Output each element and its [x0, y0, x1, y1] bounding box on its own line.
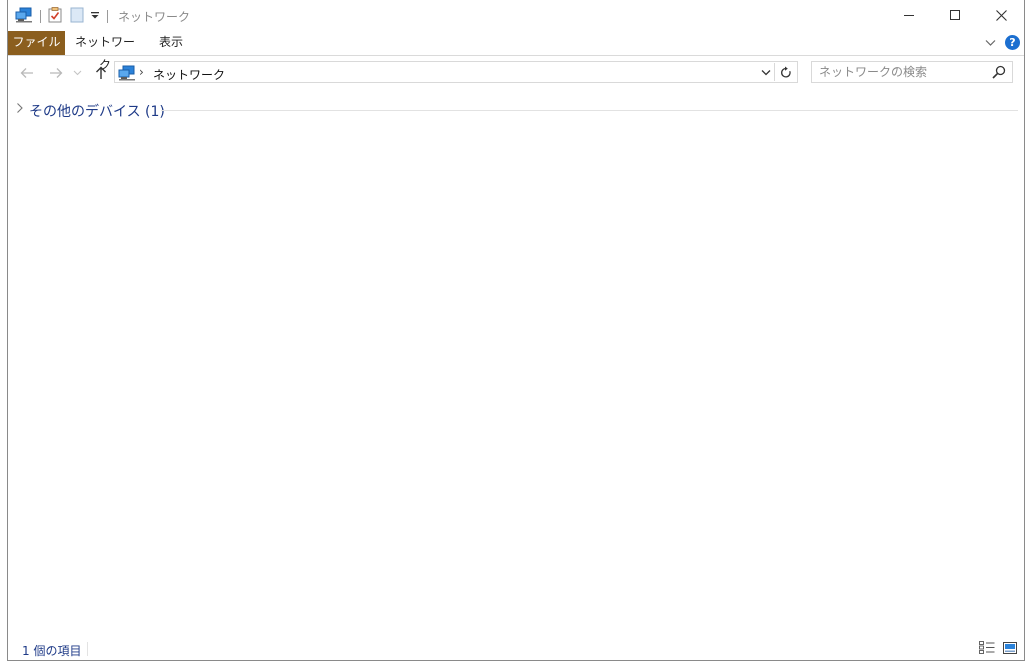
refresh-button[interactable] — [775, 62, 797, 82]
view-switcher — [979, 641, 1017, 657]
status-bar: 1 個の項目 — [8, 638, 1024, 660]
window-title: ネットワーク — [118, 10, 191, 24]
title-bar: ネットワーク — [8, 0, 1024, 30]
up-button[interactable] — [90, 62, 112, 84]
group-divider — [161, 110, 1018, 111]
back-arrow-icon — [20, 68, 33, 78]
expand-ribbon-icon[interactable] — [985, 36, 996, 50]
up-arrow-icon — [96, 66, 106, 79]
group-header-label[interactable]: その他のデバイス (1) — [29, 101, 165, 121]
properties-icon[interactable] — [48, 6, 62, 26]
status-divider — [87, 642, 88, 656]
forward-arrow-icon — [50, 68, 63, 78]
details-view-icon[interactable] — [979, 641, 995, 657]
item-count: 1 個の項目 — [22, 644, 82, 658]
back-button[interactable] — [16, 62, 38, 84]
minimize-button[interactable] — [886, 0, 932, 30]
large-icons-view-icon[interactable] — [1003, 641, 1017, 657]
forward-button[interactable] — [45, 62, 67, 84]
search-icon[interactable] — [992, 65, 1006, 82]
chevron-down-icon — [761, 69, 770, 75]
customize-dropdown-icon[interactable] — [90, 9, 100, 24]
tab-network[interactable]: ネットワーク — [70, 31, 140, 72]
qat-separator — [40, 9, 41, 23]
search-input[interactable] — [812, 62, 994, 82]
ribbon-tab-bar: ファイル ネットワーク 表示 — [8, 31, 1024, 72]
help-icon[interactable]: ? — [1005, 35, 1020, 50]
minimize-icon — [904, 15, 914, 16]
close-button[interactable] — [978, 0, 1024, 30]
ribbon-right-controls: ? — [985, 35, 1020, 50]
network-icon[interactable] — [15, 7, 33, 26]
new-folder-icon[interactable] — [70, 7, 84, 26]
address-history-dropdown[interactable] — [757, 63, 775, 81]
maximize-icon — [950, 10, 960, 20]
recent-locations-button[interactable] — [70, 62, 84, 84]
breadcrumb-network[interactable]: ネットワーク — [153, 66, 225, 83]
refresh-icon — [781, 66, 791, 78]
chevron-down-icon — [73, 70, 81, 76]
breadcrumb-separator[interactable]: › — [139, 65, 144, 79]
group-other-devices[interactable]: その他のデバイス (1) — [14, 100, 1018, 120]
close-icon — [995, 9, 1007, 21]
network-icon — [118, 65, 136, 84]
qat-separator — [107, 9, 108, 23]
maximize-button[interactable] — [932, 0, 978, 30]
quick-access-toolbar — [15, 6, 115, 26]
explorer-window: ネットワーク ファイル ネットワーク 表示 ? › ネットワーク ネットワークの… — [7, 0, 1025, 661]
search-box[interactable] — [811, 61, 1013, 83]
tab-file[interactable]: ファイル — [8, 31, 65, 55]
chevron-right-icon[interactable] — [16, 102, 24, 117]
tab-view[interactable]: 表示 — [151, 31, 191, 55]
address-bar[interactable]: › ネットワーク — [114, 61, 798, 83]
